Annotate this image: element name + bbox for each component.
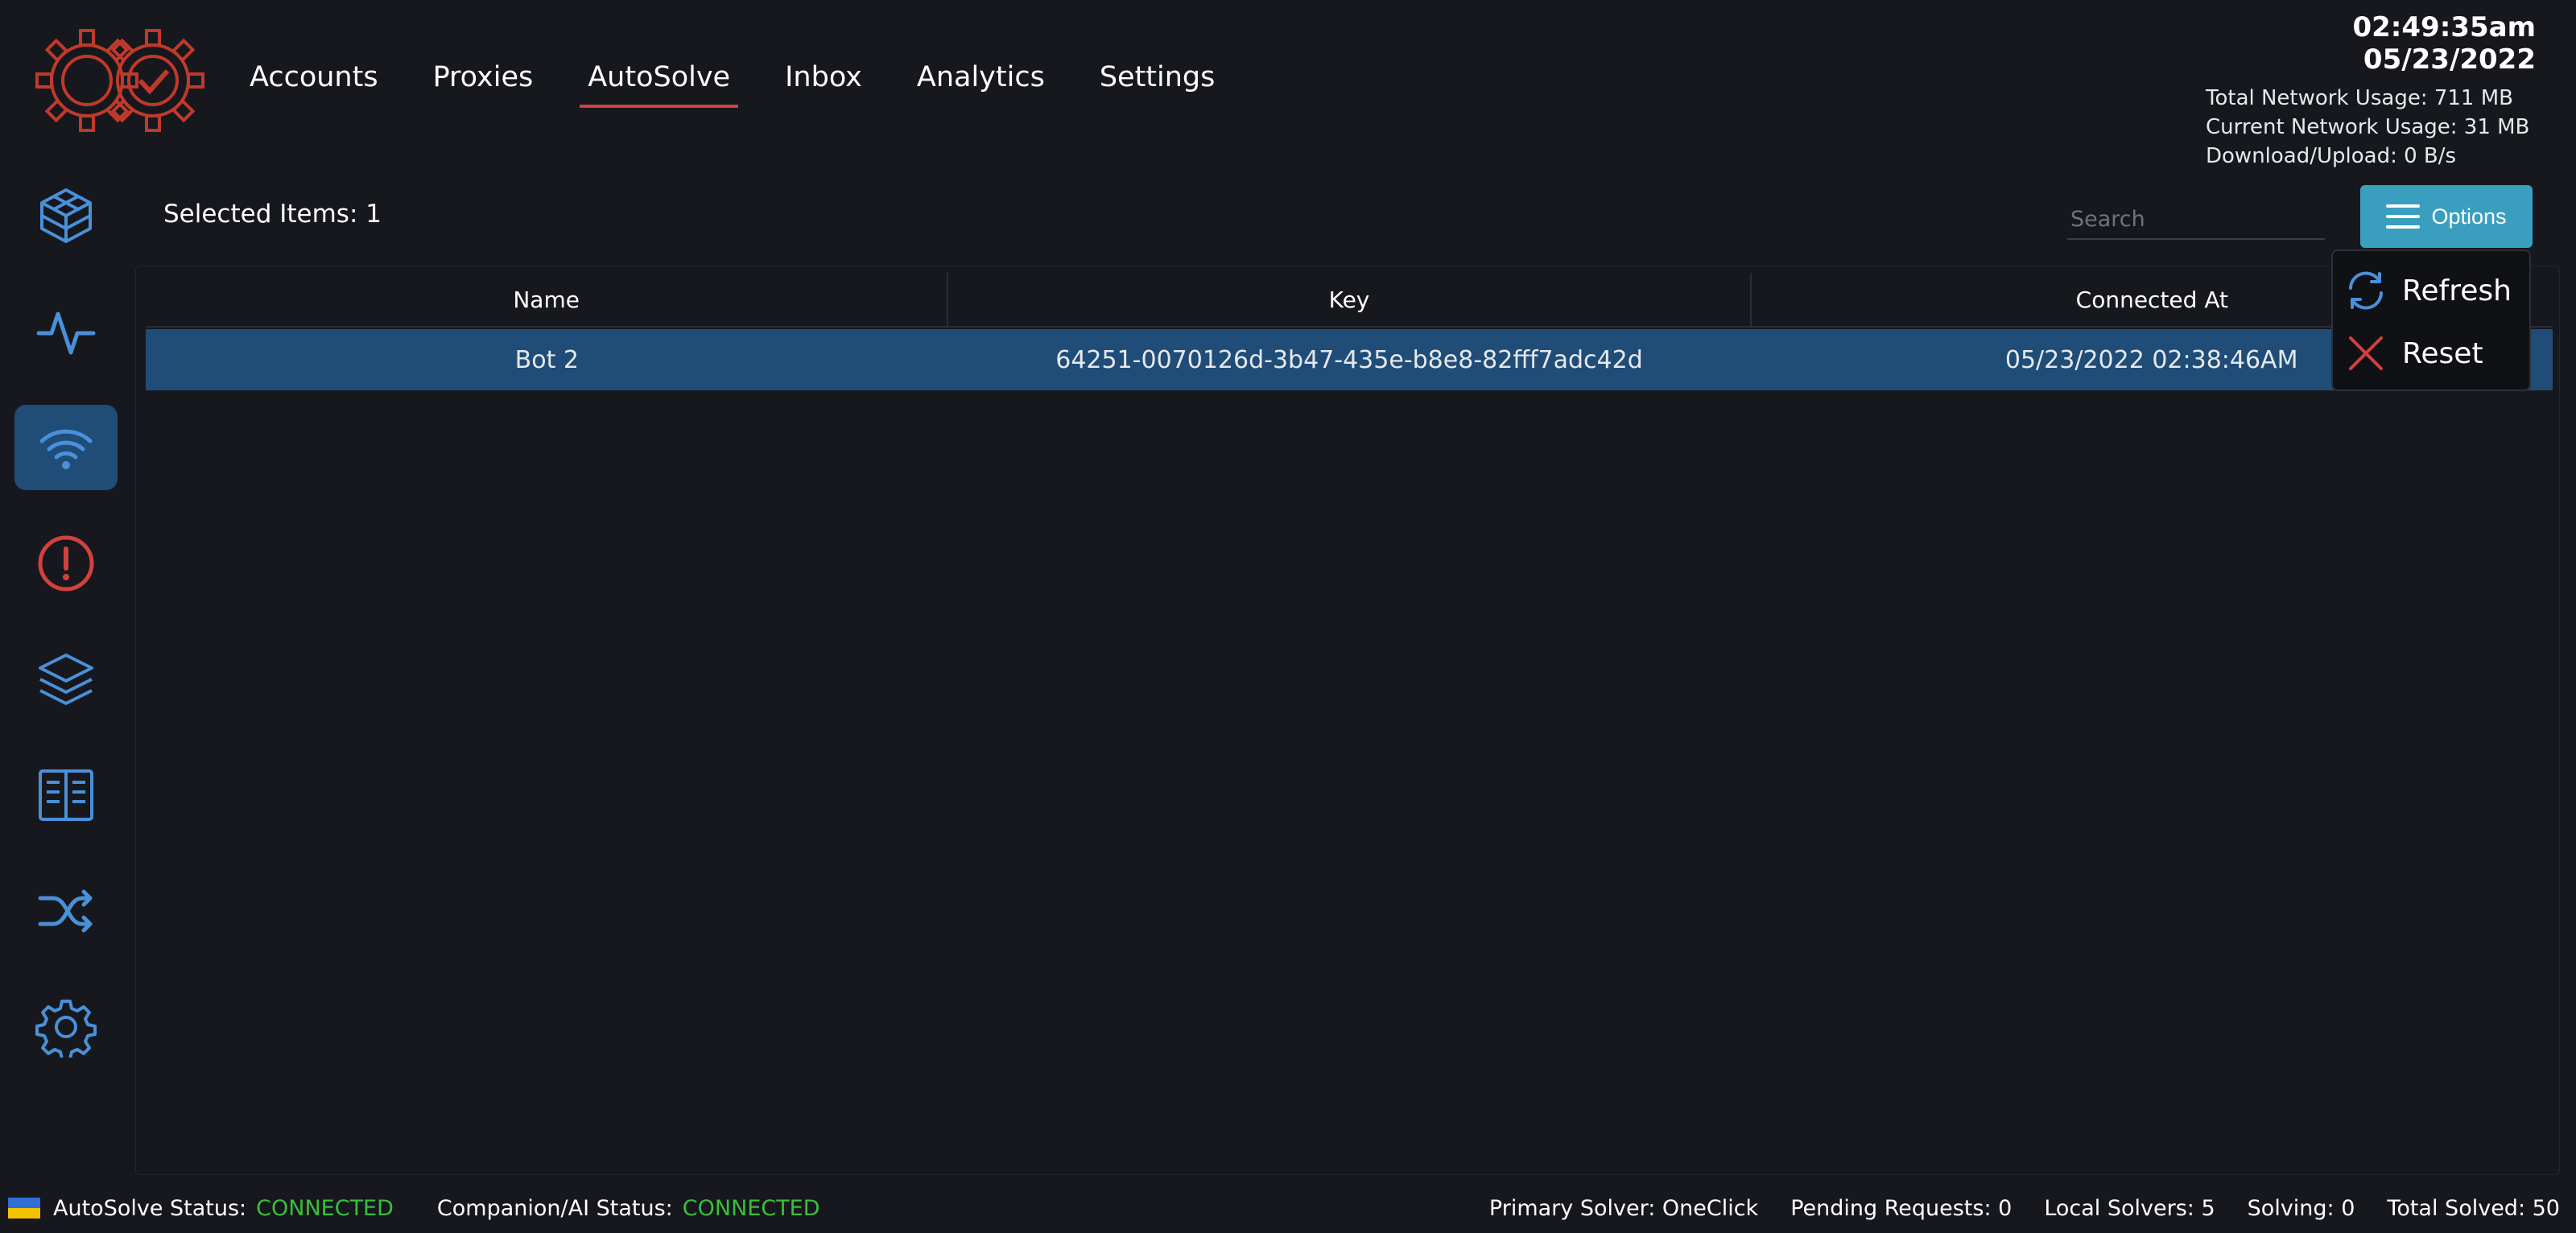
sidebar-item-settings[interactable] [14, 984, 118, 1070]
top-navigation: Accounts Proxies AutoSolve Inbox Analyti… [242, 56, 1223, 113]
companion-status-value: CONNECTED [682, 1195, 820, 1221]
header-stats: 02:49:35am 05/23/2022 Total Network Usag… [2198, 11, 2536, 171]
pending-requests: Pending Requests: 0 [1790, 1195, 2013, 1221]
menu-item-reset[interactable]: Reset [2344, 322, 2518, 385]
ukraine-flag-icon [8, 1198, 40, 1219]
total-solved: Total Solved: 50 [2387, 1195, 2560, 1221]
sidebar-item-monitor[interactable] [14, 289, 118, 374]
status-bar: AutoSolve Status: CONNECTED Companion/AI… [0, 1183, 2576, 1233]
search-input[interactable] [2067, 200, 2325, 240]
table-header: Name Key Connected At [146, 273, 2553, 328]
nav-tab-proxies[interactable]: Proxies [425, 56, 542, 105]
close-icon [2349, 336, 2383, 370]
layers-icon [39, 654, 93, 705]
wifi-icon [39, 429, 93, 469]
nav-tab-autosolve[interactable]: AutoSolve [580, 56, 739, 108]
selected-items-count: Selected Items: 1 [163, 200, 382, 229]
app-logo [32, 16, 209, 145]
column-header-name[interactable]: Name [146, 273, 949, 326]
options-dropdown-menu: Refresh Reset [2331, 249, 2531, 391]
list-icon [39, 769, 93, 821]
total-network-usage: Total Network Usage: 711 MB [2206, 86, 2514, 110]
autosolve-status-label: AutoSolve Status: [53, 1195, 247, 1221]
gear-icon [35, 1000, 97, 1058]
sidebar-item-rotate[interactable] [14, 868, 118, 954]
cube-icon [40, 188, 92, 243]
primary-solver: Primary Solver: OneClick [1488, 1195, 1759, 1221]
alert-icon [38, 535, 94, 592]
menu-item-refresh[interactable]: Refresh [2344, 259, 2518, 322]
sidebar-item-layers[interactable] [14, 637, 118, 722]
autosolve-table: Name Key Connected At Bot 2 64251-007012… [135, 266, 2560, 1175]
sidebar-item-autosolve[interactable] [14, 405, 118, 490]
nav-tab-accounts[interactable]: Accounts [242, 56, 386, 105]
nav-tab-inbox[interactable]: Inbox [777, 56, 870, 105]
cell-key: 64251-0070126d-3b47-435e-b8e8-82fff7adc4… [1055, 345, 1643, 374]
nav-tab-analytics[interactable]: Analytics [909, 56, 1053, 105]
reset-label: Reset [2402, 336, 2483, 370]
cell-name: Bot 2 [514, 345, 579, 374]
column-header-key[interactable]: Key [948, 273, 1752, 326]
download-upload: Download/Upload: 0 B/s [2206, 144, 2457, 168]
sidebar-item-logs[interactable] [14, 753, 118, 838]
solving-count: Solving: 0 [2247, 1195, 2355, 1221]
hamburger-icon [2386, 204, 2421, 229]
sidebar-item-alerts[interactable] [14, 521, 118, 606]
shuffle-icon [38, 889, 93, 933]
current-network-usage: Current Network Usage: 31 MB [2206, 115, 2530, 139]
nav-tab-settings[interactable]: Settings [1092, 56, 1224, 105]
clock: 02:49:35am 05/23/2022 [2352, 11, 2536, 76]
table-row[interactable]: Bot 2 64251-0070126d-3b47-435e-b8e8-82ff… [146, 329, 2553, 390]
refresh-icon [2349, 271, 2383, 310]
autosolve-status-value: CONNECTED [256, 1195, 394, 1221]
local-solvers: Local Solvers: 5 [2044, 1195, 2215, 1221]
sidebar-item-tasks[interactable] [14, 173, 118, 258]
refresh-label: Refresh [2402, 274, 2512, 307]
pulse-icon [36, 311, 96, 355]
options-button[interactable]: Options [2360, 185, 2533, 248]
gear-check-logo-icon [35, 29, 204, 132]
options-button-label: Options [2431, 204, 2507, 229]
companion-status-label: Companion/AI Status: [436, 1195, 673, 1221]
sidebar [14, 173, 118, 1100]
